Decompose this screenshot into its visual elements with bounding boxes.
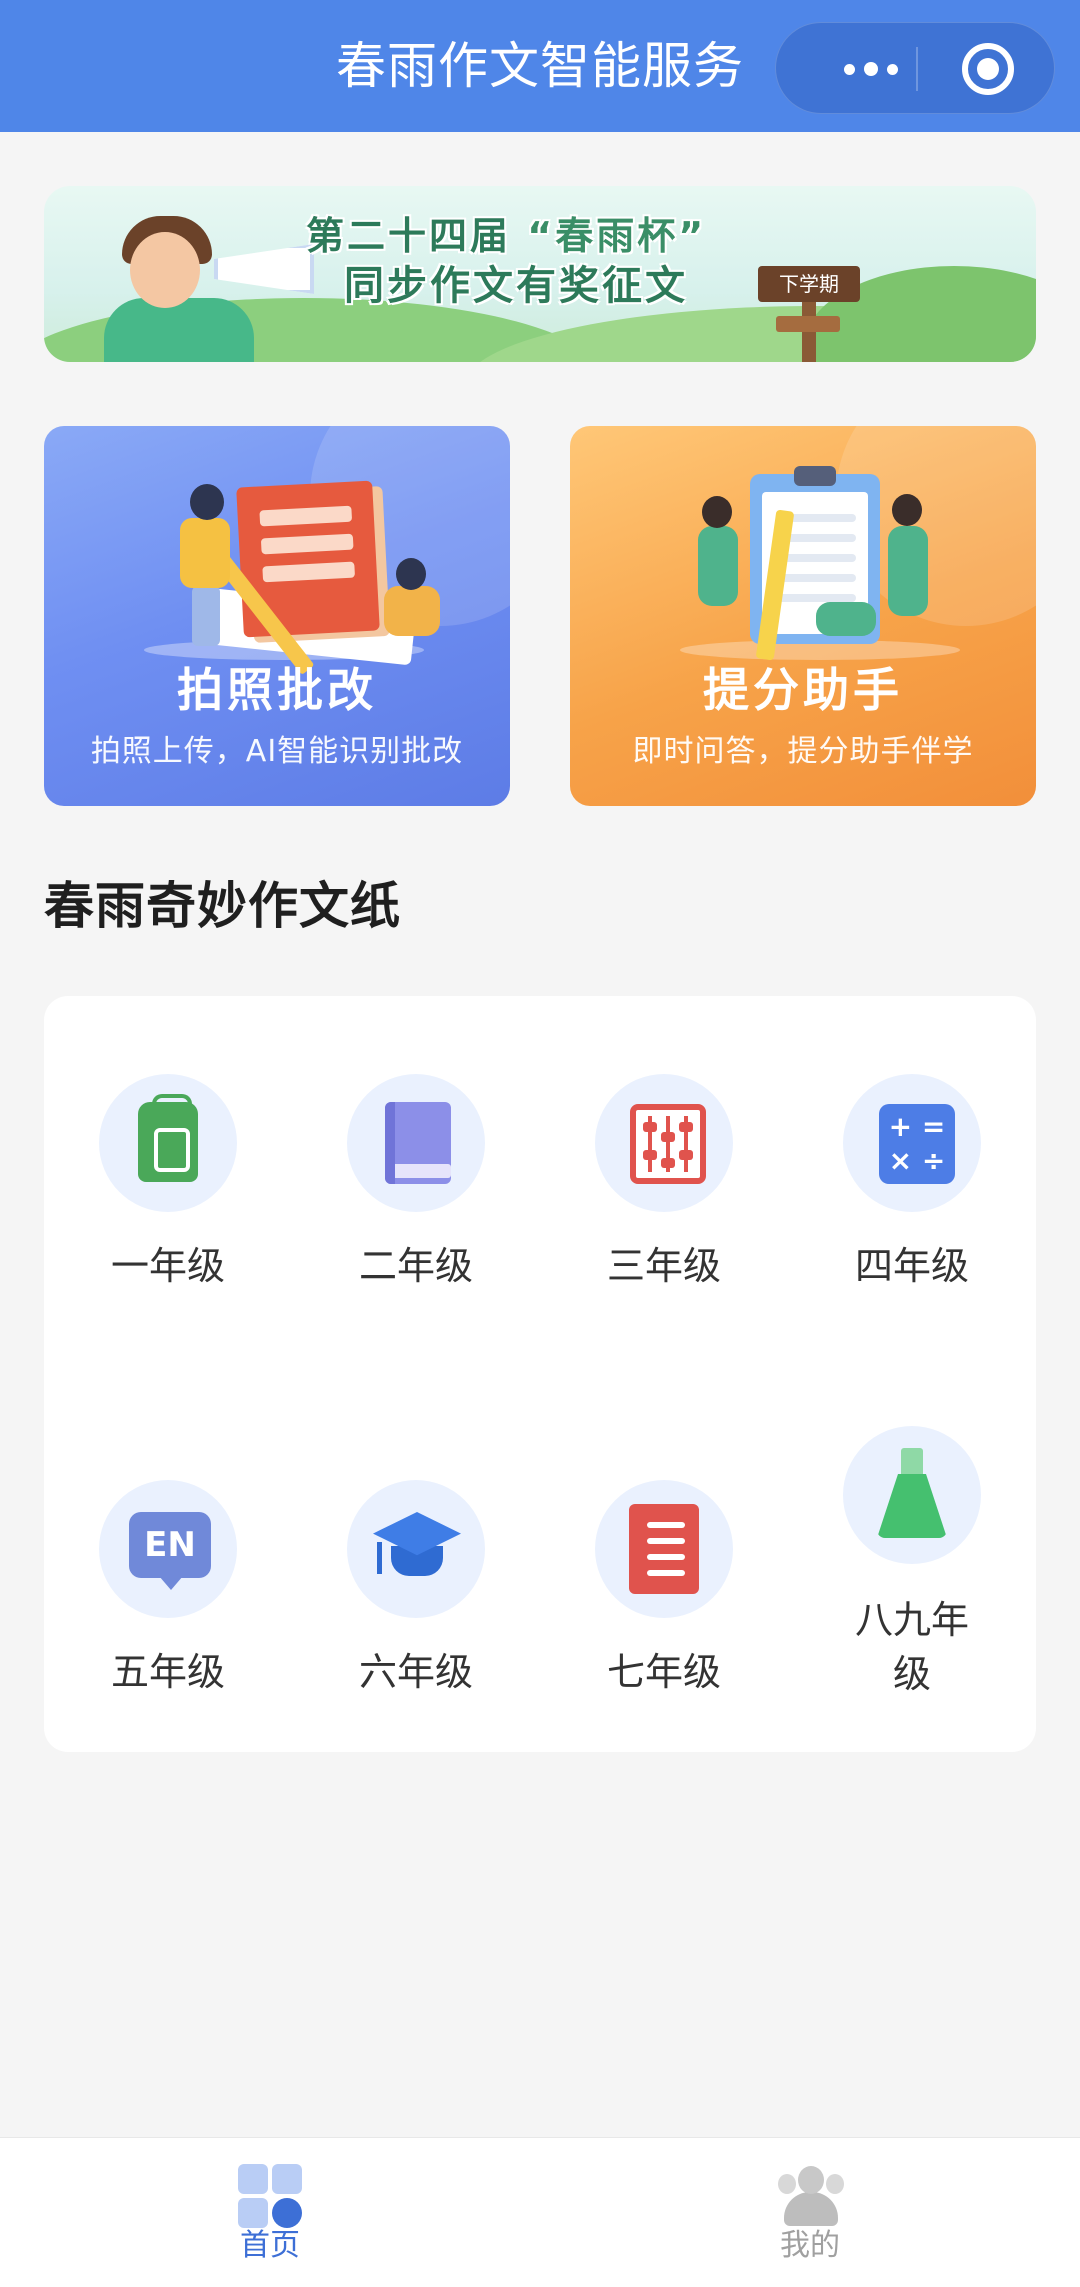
banner-title-line1: 第二十四届 “春雨杯” [306,210,706,262]
figure-icon [702,496,732,528]
grade-label-line2: 级 [892,1652,931,1696]
backpack-icon [138,1094,198,1182]
grade-label: 三年级 [606,1244,721,1288]
grade-label: 六年级 [358,1650,473,1694]
banner-title-highlight: “春雨杯” [527,214,707,258]
grade-icon-bg: + = × ÷ [843,1074,981,1212]
score-assistant-card[interactable]: 提分助手 即时问答，提分助手伴学 [570,426,1036,806]
banner-semester-tag: 下学期 [758,266,860,302]
english-bubble-icon: EN [129,1512,211,1590]
book-icon [385,1102,451,1184]
figure-icon [892,494,922,526]
grade-label: 一年级 [110,1244,225,1288]
grade-label: 二年级 [358,1244,473,1288]
banner-title-prefix: 第二十四届 [306,214,512,258]
grade-item-1[interactable]: 一年级 [44,996,292,1296]
megaphone-icon [214,244,314,294]
scroll-icon [629,1504,699,1594]
grade-icon-bg [347,1480,485,1618]
banner-person-head [130,232,200,308]
tab-label: 首页 [240,2228,300,2263]
flask-icon [877,1448,947,1540]
signpost-icon [802,302,816,362]
section-title: 春雨奇妙作文纸 [44,877,401,935]
nav-header: 春雨作文智能服务 [0,0,1080,132]
grade-grid: 一年级 二年级 三年级 + = × ÷ 四年级 EN 五年级 六年级 七年级 八… [44,996,1036,1752]
banner-title-line2: 同步作文有奖征文 [344,263,688,309]
grade-item-8[interactable]: 八九年 级 [788,1396,1036,1716]
figure-icon [396,558,426,590]
grade-label: 五年级 [110,1650,225,1694]
calculator-icon: + = × ÷ [879,1104,955,1184]
tab-mine[interactable]: 我的 [540,2138,1080,2287]
contest-banner[interactable]: 第二十四届 “春雨杯” 同步作文有奖征文 下学期 [44,186,1036,362]
feature-title: 提分助手 [703,663,903,717]
more-dots-icon[interactable] [816,23,926,115]
profile-icon [778,2166,844,2228]
tab-bar: 首页 我的 [0,2137,1080,2287]
capsule-divider [916,47,918,91]
grade-label: 四年级 [854,1244,969,1288]
grade-item-2[interactable]: 二年级 [292,996,540,1296]
grade-label: 七年级 [606,1650,721,1694]
grade-item-3[interactable]: 三年级 [540,996,788,1296]
tab-label: 我的 [780,2228,840,2263]
target-circle-icon[interactable] [962,43,1014,95]
figure-icon [190,484,224,520]
figure-icon [384,586,440,636]
grade-icon-bg [347,1074,485,1212]
figure-icon [816,602,876,636]
grade-item-4[interactable]: + = × ÷ 四年级 [788,996,1036,1296]
graduation-cap-icon [367,1502,467,1602]
figure-icon [888,526,928,616]
photo-correction-card[interactable]: 拍照批改 拍照上传，AI智能识别批改 [44,426,510,806]
figure-icon [180,518,230,588]
grade-icon-bg [99,1074,237,1212]
banner-person-body [104,298,254,362]
grade-icon-bg: EN [99,1480,237,1618]
grade-icon-bg [843,1426,981,1564]
miniprogram-capsule [775,22,1055,114]
grade-icon-bg [595,1074,733,1212]
grade-item-5[interactable]: EN 五年级 [44,1396,292,1716]
home-grid-icon [238,2164,304,2230]
grade-label-line1: 八九年 [854,1598,969,1642]
feature-subtitle: 拍照上传，AI智能识别批改 [90,734,464,769]
feature-subtitle: 即时问答，提分助手伴学 [632,734,974,769]
grade-icon-bg [595,1480,733,1618]
grade-item-6[interactable]: 六年级 [292,1396,540,1716]
figure-icon [192,586,220,646]
figure-icon [698,526,738,606]
feature-title: 拍照批改 [177,663,377,717]
tab-home[interactable]: 首页 [0,2138,540,2287]
signpost-board [776,316,840,332]
grade-item-7[interactable]: 七年级 [540,1396,788,1716]
abacus-icon [630,1104,706,1184]
